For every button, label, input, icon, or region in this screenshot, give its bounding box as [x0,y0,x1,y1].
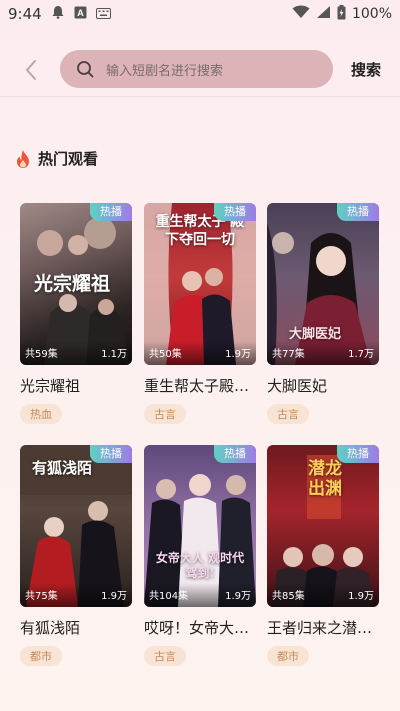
poster-title: 光宗耀祖 [34,273,111,295]
drama-card[interactable]: 有狐浅陌 热播 共75集 1.9万 有狐浅陌 都市 [20,445,132,666]
keyboard-icon [95,5,111,23]
search-placeholder: 输入短剧名进行搜索 [106,63,224,79]
header: 输入短剧名进行搜索 搜索 [0,50,400,90]
poster-title: 有狐浅陌 [32,459,93,477]
episode-count: 共104集 [149,591,189,602]
view-count: 1.9万 [225,591,251,602]
signal-icon [316,5,331,23]
drama-title[interactable]: 重生帮太子殿… [144,375,256,396]
episode-count: 共85集 [272,591,305,602]
view-count: 1.9万 [225,349,251,360]
drama-card[interactable]: 潜龙出渊 热播 共85集 1.9万 王者归来之潜… 都市 [267,445,379,666]
app-a-icon: A [74,5,87,23]
poster[interactable]: 有狐浅陌 热播 共75集 1.9万 [20,445,132,607]
fire-icon [17,149,29,168]
poster[interactable]: 潜龙出渊 热播 共85集 1.9万 [267,445,379,607]
poster-title: 大脚医妃 [289,327,342,342]
section-title: 热门观看 [38,150,99,168]
view-count: 1.7万 [348,349,374,360]
hot-badge: 热播 [214,445,256,463]
hot-badge: 热播 [214,203,256,221]
section-header: 热门观看 [14,148,98,169]
episode-count: 共75集 [25,591,58,602]
episode-count: 共50集 [149,349,182,360]
search-button[interactable]: 搜索 [351,59,381,80]
genre-tag: 古言 [144,646,186,666]
battery-percent: 100% [351,6,392,22]
search-icon [77,61,94,78]
view-count: 1.9万 [348,591,374,602]
poster[interactable]: 光宗耀祖 热播 共59集 1.1万 [20,203,132,365]
view-count: 1.1万 [101,349,127,360]
drama-card[interactable]: 重生帮太子 殿下夺回一切 热播 共50集 1.9万 重生帮太子殿… 古言 [144,203,256,424]
drama-title[interactable]: 王者归来之潜… [267,617,379,638]
wifi-icon [292,5,310,23]
genre-tag: 古言 [144,404,186,424]
hot-badge: 热播 [337,445,379,463]
drama-title[interactable]: 有狐浅陌 [20,617,132,638]
view-count: 1.9万 [101,591,127,602]
genre-tag: 热血 [20,404,62,424]
genre-tag: 都市 [20,646,62,666]
drama-title[interactable]: 光宗耀祖 [20,375,132,396]
hot-badge: 热播 [90,445,132,463]
genre-tag: 都市 [267,646,309,666]
status-bar: 9:44 A 100% [0,0,400,28]
poster-title: 女帝大人 观时代驾到! [155,551,245,580]
episode-count: 共77集 [272,349,305,360]
drama-title[interactable]: 哎呀！女帝大… [144,617,256,638]
hot-badge: 热播 [337,203,379,221]
battery-icon [337,4,346,24]
drama-title[interactable]: 大脚医妃 [267,375,379,396]
poster[interactable]: 女帝大人 观时代驾到! 热播 共104集 1.9万 [144,445,256,607]
genre-tag: 古言 [267,404,309,424]
poster[interactable]: 重生帮太子 殿下夺回一切 热播 共50集 1.9万 [144,203,256,365]
status-time: 9:44 [8,5,42,23]
svg-text:A: A [77,8,84,18]
drama-card[interactable]: 女帝大人 观时代驾到! 热播 共104集 1.9万 哎呀！女帝大… 古言 [144,445,256,666]
chevron-left-icon [26,60,36,80]
notification-icon [51,5,65,23]
hot-badge: 热播 [90,203,132,221]
episode-count: 共59集 [25,349,58,360]
poster[interactable]: 大脚医妃 热播 共77集 1.7万 [267,203,379,365]
drama-card[interactable]: 大脚医妃 热播 共77集 1.7万 大脚医妃 古言 [267,203,379,424]
drama-card[interactable]: 光宗耀祖 热播 共59集 1.1万 光宗耀祖 热血 [20,203,132,424]
poster-title: 潜龙出渊 [308,459,342,499]
back-button[interactable] [20,56,42,84]
header-divider [0,96,400,97]
search-input[interactable]: 输入短剧名进行搜索 [60,50,333,88]
